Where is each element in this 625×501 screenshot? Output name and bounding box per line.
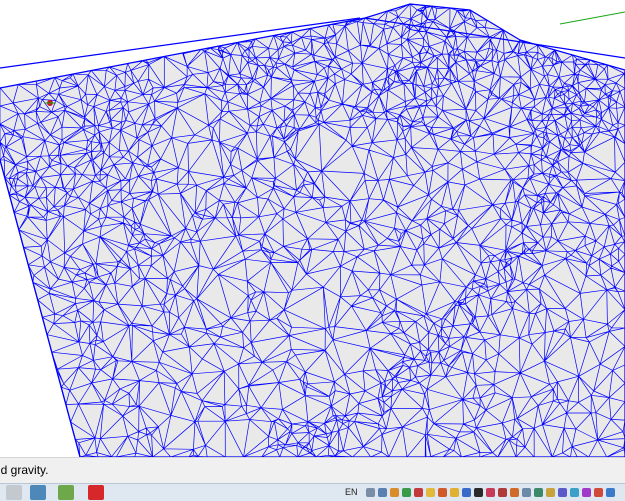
tray-app-icon[interactable] xyxy=(594,488,603,497)
tray-app-icon[interactable] xyxy=(522,488,531,497)
sketchup-app-icon[interactable] xyxy=(88,485,104,500)
tray-app-icon[interactable] xyxy=(474,488,483,497)
tray-app-icon[interactable] xyxy=(426,488,435,497)
file-explorer-icon[interactable] xyxy=(6,485,22,500)
tray-app-icon[interactable] xyxy=(582,488,591,497)
tray-app-icon[interactable] xyxy=(606,488,615,497)
tray-app-icon[interactable] xyxy=(462,488,471,497)
status-text: nd gravity. xyxy=(0,463,49,477)
tray-app-icon[interactable] xyxy=(378,488,387,497)
taskbar: EN xyxy=(0,483,625,501)
3d-model-viewport[interactable] xyxy=(0,0,625,457)
tray-app-icon[interactable] xyxy=(486,488,495,497)
tray-app-icon[interactable] xyxy=(390,488,399,497)
notepad-app-icon[interactable] xyxy=(58,485,74,500)
tray-app-icon[interactable] xyxy=(450,488,459,497)
language-indicator[interactable]: EN xyxy=(345,487,358,497)
tray-app-icon[interactable] xyxy=(402,488,411,497)
status-bar: nd gravity. xyxy=(0,457,625,484)
terrain-mesh-canvas[interactable] xyxy=(0,0,625,457)
monitor-app-icon[interactable] xyxy=(30,485,46,500)
tray-app-icon[interactable] xyxy=(498,488,507,497)
tray-app-icon[interactable] xyxy=(558,488,567,497)
tray-app-icon[interactable] xyxy=(414,488,423,497)
tray-app-icon[interactable] xyxy=(570,488,579,497)
system-tray: EN xyxy=(338,484,625,501)
tray-app-icon[interactable] xyxy=(546,488,555,497)
tray-app-icon[interactable] xyxy=(534,488,543,497)
tray-app-icon[interactable] xyxy=(510,488,519,497)
tray-app-icon[interactable] xyxy=(366,488,375,497)
tray-app-icon[interactable] xyxy=(438,488,447,497)
